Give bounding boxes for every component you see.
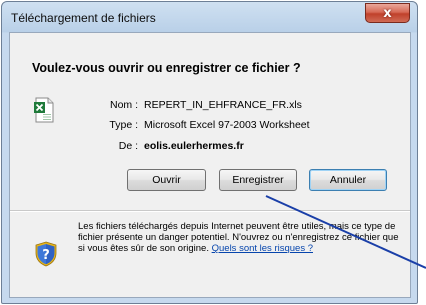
close-icon: x xyxy=(383,5,392,21)
name-label: Nom : xyxy=(109,99,138,111)
save-button[interactable]: Enregistrer xyxy=(219,169,297,191)
svg-text:?: ? xyxy=(42,248,50,263)
from-label: De : xyxy=(118,140,138,152)
window-title: Téléchargement de fichiers xyxy=(11,11,156,25)
name-label-wrap: Nom : xyxy=(90,99,138,113)
separator-highlight xyxy=(10,211,410,212)
type-value: Microsoft Excel 97-2003 Worksheet xyxy=(144,119,310,131)
cancel-button[interactable]: Annuler xyxy=(309,169,387,191)
warning-text-block: Les fichiers téléchargés depuis Internet… xyxy=(78,221,400,254)
download-dialog-window: Téléchargement de fichiers x Voulez-vous… xyxy=(1,1,418,304)
risks-link[interactable]: Quels sont les risques ? xyxy=(212,243,313,254)
name-value: REPERT_IN_EHFRANCE_FR.xls xyxy=(144,99,302,111)
from-value: eolis.eulerhermes.fr xyxy=(144,140,244,152)
excel-file-icon xyxy=(34,97,54,123)
close-button[interactable]: x xyxy=(365,3,410,23)
title-bar[interactable]: Téléchargement de fichiers x xyxy=(2,2,417,32)
from-label-wrap: De : xyxy=(90,140,138,154)
dialog-body: Voulez-vous ouvrir ou enregistrer ce fic… xyxy=(9,32,411,298)
open-button[interactable]: Ouvrir xyxy=(127,169,206,191)
type-label-wrap: Type : xyxy=(90,119,138,133)
dialog-question: Voulez-vous ouvrir ou enregistrer ce fic… xyxy=(32,61,301,75)
type-label: Type : xyxy=(109,119,138,131)
shield-question-icon: ? xyxy=(35,241,57,267)
